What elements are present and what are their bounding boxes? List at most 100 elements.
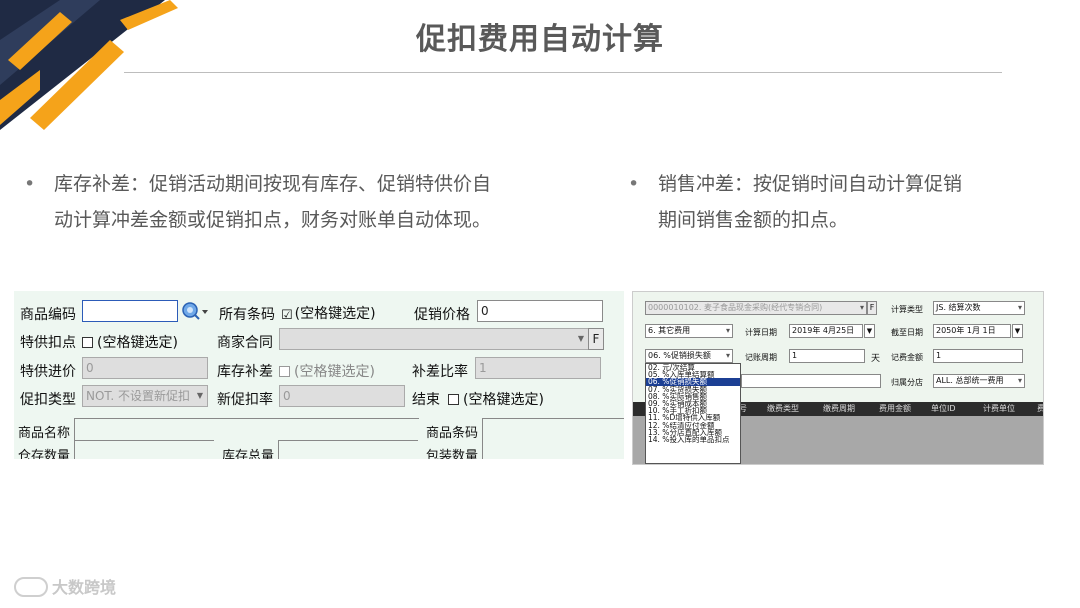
calc-type-select[interactable]: JS. 结算次数 xyxy=(933,301,1025,315)
search-icon[interactable] xyxy=(180,300,210,322)
dropdown-option[interactable]: 06. %促销损失额 xyxy=(646,378,740,386)
checkbox-checked-icon: ☑ xyxy=(281,308,293,323)
dropdown-option[interactable]: 10. %手工折扣额 xyxy=(646,407,740,414)
stock-diff-hint: (空格键选定) xyxy=(294,364,375,380)
grid-column-header[interactable]: 计费单位 xyxy=(983,402,1015,416)
new-deduct-input[interactable]: 0 xyxy=(279,385,405,407)
fee-item-select[interactable]: 06. %促销损失额 xyxy=(645,349,733,363)
stock-total-label: 库存总量 xyxy=(222,449,275,459)
end-date-dropdown[interactable]: ▼ xyxy=(1012,324,1023,338)
promo-type-value: NOT. 不设置新促扣 xyxy=(86,389,190,403)
bullet-text-line: 库存补差：促销活动期间按现有库存、促销特供价自 xyxy=(54,173,492,195)
logo-icon xyxy=(14,577,48,597)
calc-type-label: 计算类型 xyxy=(891,305,923,314)
new-deduct-label: 新促扣率 xyxy=(217,392,273,408)
all-barcodes-checkbox[interactable]: ☑ (空格键选定) xyxy=(281,303,376,323)
watermark-logo: 大数跨境 xyxy=(14,574,116,598)
promo-form-panel: 商品编码 所有条码 ☑ (空格键选定) 促销价格 0 特供扣点 (空格键选定) 商… xyxy=(14,291,624,459)
stock-diff-label: 库存补差 xyxy=(217,364,273,380)
promo-type-label: 促扣类型 xyxy=(20,392,76,408)
checkbox-icon xyxy=(448,394,459,405)
cycle-unit: 天 xyxy=(871,354,881,364)
product-name-label: 商品名称 xyxy=(18,426,71,441)
end-checkbox[interactable]: (空格键选定) xyxy=(448,389,544,409)
calc-date-input[interactable]: 2019年 4月25日 xyxy=(789,324,863,338)
field-line xyxy=(278,440,418,441)
special-cost-label: 特供进价 xyxy=(20,364,76,380)
dropdown-option[interactable]: 13. %分店直配入库额 xyxy=(646,429,740,436)
chevron-down-icon: ▼ xyxy=(1014,327,1021,335)
special-deduct-checkbox[interactable]: (空格键选定) xyxy=(82,332,178,352)
chevron-down-icon: ▼ xyxy=(196,391,204,400)
dropdown-option[interactable]: 02. 元/次结算 xyxy=(646,364,740,371)
end-hint: (空格键选定) xyxy=(463,392,544,408)
special-deduct-hint: (空格键选定) xyxy=(97,335,178,351)
contract-f-button[interactable]: F xyxy=(867,301,877,315)
bullet-sales-diff: • 销售冲差：按促销时间自动计算促销 期间销售金额的扣点。 xyxy=(628,166,998,238)
fee-form-panel: 0000010102. 麦子食品现金采购(经代专销合同) F 计算类型 JS. … xyxy=(632,291,1044,465)
grid-column-header[interactable]: 缴费类型 xyxy=(767,402,799,416)
dropdown-option[interactable]: 14. %投入库的单品扣点 xyxy=(646,436,740,443)
special-deduct-label: 特供扣点 xyxy=(20,335,76,351)
promo-price-input[interactable]: 0 xyxy=(477,300,603,322)
calc-date-label: 计算日期 xyxy=(745,328,777,337)
bullet-dot: • xyxy=(628,173,640,195)
dropdown-option[interactable]: 08. %实际销售额 xyxy=(646,393,740,400)
diff-rate-input[interactable]: 1 xyxy=(475,357,601,379)
bullet-text-line: 期间销售金额的扣点。 xyxy=(658,209,849,231)
amount-label: 记费金额 xyxy=(891,353,923,362)
calc-date-dropdown[interactable]: ▼ xyxy=(864,324,875,338)
bullet-text-line: 销售冲差：按促销时间自动计算促销 xyxy=(658,173,963,195)
amount-input[interactable]: 1 xyxy=(933,349,1023,363)
field-line xyxy=(74,418,419,419)
grid-column-header[interactable]: 费 xyxy=(1037,402,1043,416)
branch-select[interactable]: ALL. 总部统一费用 xyxy=(933,374,1025,388)
all-barcodes-label: 所有条码 xyxy=(219,307,275,323)
dropdown-option[interactable]: 05. %入库单结算额 xyxy=(646,371,740,378)
warehouse-qty-label: 仓存数量 xyxy=(18,449,71,459)
branch-label: 归属分店 xyxy=(891,378,923,387)
end-label: 结束 xyxy=(412,392,440,408)
field-line xyxy=(482,418,624,419)
grid-column-header[interactable]: 缴费周期 xyxy=(823,402,855,416)
promo-price-label: 促销价格 xyxy=(414,307,470,323)
special-cost-input[interactable]: 0 xyxy=(82,357,208,379)
product-code-label: 商品编码 xyxy=(20,307,76,323)
promo-type-select[interactable]: NOT. 不设置新促扣 ▼ xyxy=(82,385,208,407)
watermark-text: 大数跨境 xyxy=(52,578,117,597)
title-divider xyxy=(124,72,1002,73)
end-date-input[interactable]: 2050年 1月 1日 xyxy=(933,324,1011,338)
chevron-down-icon: ▼ xyxy=(577,334,585,343)
diff-rate-label: 补差比率 xyxy=(412,364,468,380)
merchant-contract-label: 商家合同 xyxy=(217,335,273,351)
grid-column-header[interactable]: 费用金额 xyxy=(879,402,911,416)
contract-f-button[interactable]: F xyxy=(588,328,604,350)
product-code-input[interactable] xyxy=(82,300,178,322)
dropdown-option[interactable]: 07. %实货损失额 xyxy=(646,386,740,393)
checkbox-icon xyxy=(279,366,290,377)
field-line xyxy=(482,418,483,459)
stock-diff-checkbox[interactable]: (空格键选定) xyxy=(279,361,375,381)
merchant-contract-select[interactable]: ▼ xyxy=(279,328,589,350)
product-barcode-label: 商品条码 xyxy=(426,426,479,441)
slide-title: 促扣费用自动计算 xyxy=(416,22,664,57)
dropdown-option[interactable]: 11. %D增特供入库额 xyxy=(646,414,740,421)
bullet-stock-diff: • 库存补差：促销活动期间按现有库存、促销特供价自 动计算冲差金额或促销扣点，财… xyxy=(24,166,534,238)
dropdown-option[interactable]: 09. %实销成本额 xyxy=(646,400,740,407)
field-line xyxy=(74,440,214,441)
fee-type-select[interactable]: 6. 其它费用 xyxy=(645,324,733,338)
checkbox-icon xyxy=(82,337,93,348)
pack-qty-label: 包装数量 xyxy=(426,449,479,459)
contract-select[interactable]: 0000010102. 麦子食品现金采购(经代专销合同) xyxy=(645,301,867,315)
note-input[interactable] xyxy=(741,374,881,388)
fee-item-dropdown-list[interactable]: 02. 元/次结算 05. %入库单结算额 06. %促销损失额 07. %实货损失额… xyxy=(645,363,741,464)
grid-column-header[interactable]: 单位ID xyxy=(931,402,956,416)
all-barcodes-hint: (空格键选定) xyxy=(294,306,376,322)
cycle-input[interactable]: 1 xyxy=(789,349,865,363)
bullet-text-line: 动计算冲差金额或促销扣点，财务对账单自动体现。 xyxy=(54,209,492,231)
chevron-down-icon: ▼ xyxy=(866,327,873,335)
cycle-label: 记账周期 xyxy=(745,353,777,362)
dropdown-option[interactable]: 12. %结清应付金额 xyxy=(646,422,740,429)
bullet-dot: • xyxy=(24,173,36,195)
end-date-label: 截至日期 xyxy=(891,328,923,337)
